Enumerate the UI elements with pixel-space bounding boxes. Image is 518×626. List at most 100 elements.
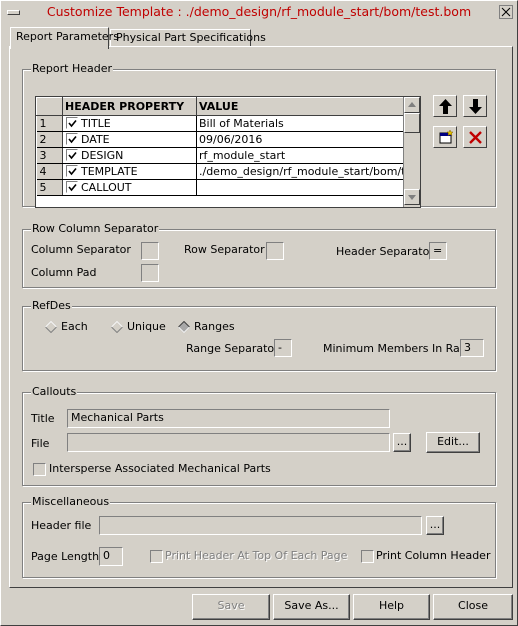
row-enabled-checkbox[interactable]	[66, 117, 78, 129]
column-pad-label: Column Pad	[31, 266, 97, 279]
window-title: Customize Template : ./demo_design/rf_mo…	[46, 4, 472, 19]
delete-row-icon	[469, 131, 482, 144]
intersperse-label[interactable]: Intersperse Associated Mechanical Parts	[49, 462, 271, 476]
close-button[interactable]: Close	[433, 594, 513, 620]
page-length-input[interactable]: 0	[99, 547, 123, 566]
tab-label: Report Parameters	[16, 30, 119, 43]
table-row[interactable]: 1 TITLE Bill of Materials	[36, 115, 409, 132]
property-name: DESIGN	[81, 149, 124, 162]
property-cell[interactable]: TITLE	[62, 115, 197, 132]
table-row[interactable]: 5 CALLOUT	[36, 179, 409, 196]
table-vertical-scrollbar[interactable]	[403, 97, 420, 207]
tab-physical-part-specifications[interactable]: Physical Part Specifications	[110, 29, 266, 46]
new-row-button[interactable]	[433, 126, 457, 148]
refdes-ranges-label[interactable]: Ranges	[194, 320, 235, 334]
range-separator-input[interactable]: -	[274, 339, 292, 357]
column-pad-input[interactable]	[141, 264, 159, 282]
page-length-label: Page Length	[31, 550, 100, 563]
value-cell[interactable]: ./demo_design/rf_module_start/bom/t	[196, 163, 409, 180]
refdes-each-radio[interactable]	[45, 321, 57, 333]
callout-title-label: Title	[31, 412, 55, 425]
row-number: 4	[36, 163, 63, 180]
column-header-property[interactable]: HEADER PROPERTY	[62, 97, 197, 116]
scroll-up-button[interactable]	[404, 97, 420, 113]
row-column-separator-group: Row Column Separator Column Separator Ro…	[22, 222, 496, 288]
value-cell[interactable]: rf_module_start	[196, 147, 409, 164]
property-cell[interactable]: CALLOUT	[62, 179, 197, 196]
print-column-header-checkbox[interactable]	[361, 550, 374, 563]
print-column-header-label[interactable]: Print Column Header	[376, 549, 490, 563]
header-separator-input[interactable]: =	[429, 242, 447, 260]
range-separator-label: Range Separator	[186, 342, 279, 355]
move-up-arrow-icon	[439, 99, 452, 114]
print-header-top-label[interactable]: Print Header At Top Of Each Page	[165, 549, 347, 563]
row-number: 5	[36, 179, 63, 196]
header-file-label: Header file	[31, 519, 92, 532]
value-cell[interactable]: Bill of Materials	[196, 115, 409, 132]
row-enabled-checkbox[interactable]	[66, 149, 78, 161]
table-row[interactable]: 3 DESIGN rf_module_start	[36, 147, 409, 164]
title-bar: Customize Template : ./demo_design/rf_mo…	[2, 2, 516, 22]
group-title: Miscellaneous	[31, 495, 111, 509]
delete-row-button[interactable]	[463, 126, 487, 148]
min-members-input[interactable]: 3	[460, 339, 484, 357]
report-parameters-panel: Report Header HEADER PROPERTY VALUE 1 TI…	[9, 46, 513, 588]
property-cell[interactable]: DESIGN	[62, 147, 197, 164]
row-number-header	[36, 97, 63, 116]
scroll-down-button[interactable]	[404, 189, 420, 205]
refdes-group: RefDes Each Unique Ranges Range Separato…	[22, 299, 496, 371]
tab-label: Physical Part Specifications	[116, 31, 266, 44]
callouts-group: Callouts Title Mechanical Parts File ...…	[22, 385, 496, 486]
move-down-button[interactable]	[463, 95, 487, 117]
row-separator-label: Row Separator	[184, 243, 265, 256]
callout-edit-button[interactable]: Edit...	[426, 432, 480, 453]
help-button[interactable]: Help	[353, 594, 430, 620]
header-file-input[interactable]	[99, 516, 422, 535]
row-enabled-checkbox[interactable]	[66, 181, 78, 193]
group-title: RefDes	[31, 299, 72, 313]
property-cell[interactable]: TEMPLATE	[62, 163, 197, 180]
row-enabled-checkbox[interactable]	[66, 165, 78, 177]
property-cell[interactable]: DATE	[62, 131, 197, 148]
callout-file-browse-button[interactable]: ...	[393, 433, 411, 452]
header-properties-table[interactable]: HEADER PROPERTY VALUE 1 TITLE Bill of Ma…	[35, 96, 421, 208]
table-row[interactable]: 4 TEMPLATE ./demo_design/rf_module_start…	[36, 163, 409, 180]
table-row[interactable]: 2 DATE 09/06/2016	[36, 131, 409, 148]
property-name: TITLE	[81, 117, 111, 130]
refdes-each-label[interactable]: Each	[61, 320, 88, 334]
move-down-arrow-icon	[469, 99, 482, 114]
row-separator-input[interactable]	[266, 242, 284, 260]
callout-file-label: File	[31, 437, 50, 450]
callout-title-input[interactable]: Mechanical Parts	[67, 409, 390, 428]
intersperse-checkbox[interactable]	[33, 463, 46, 476]
save-button[interactable]: Save	[192, 594, 270, 620]
row-number: 3	[36, 147, 63, 164]
callout-file-input[interactable]	[67, 433, 390, 452]
column-separator-label: Column Separator	[31, 243, 131, 256]
refdes-unique-radio[interactable]	[111, 321, 123, 333]
value-cell[interactable]: 09/06/2016	[196, 131, 409, 148]
header-separator-label: Header Separator	[336, 245, 434, 258]
scroll-thumb[interactable]	[404, 113, 420, 133]
row-enabled-checkbox[interactable]	[66, 133, 78, 145]
row-number: 2	[36, 131, 63, 148]
close-window-icon[interactable]	[499, 5, 513, 19]
column-header-value[interactable]: VALUE	[196, 97, 409, 116]
refdes-unique-label[interactable]: Unique	[127, 320, 166, 334]
min-members-label: Minimum Members In Range	[323, 342, 481, 355]
header-file-browse-button[interactable]: ...	[426, 516, 444, 535]
save-as-button[interactable]: Save As...	[273, 594, 350, 620]
miscellaneous-group: Miscellaneous Header file ... Page Lengt…	[22, 495, 496, 578]
tab-report-parameters[interactable]: Report Parameters	[10, 27, 119, 49]
column-separator-input[interactable]	[141, 242, 159, 260]
customize-template-window: Customize Template : ./demo_design/rf_mo…	[0, 0, 518, 626]
property-name: CALLOUT	[81, 181, 132, 194]
property-name: DATE	[81, 133, 110, 146]
group-title: Row Column Separator	[31, 222, 160, 236]
move-up-button[interactable]	[433, 95, 457, 117]
print-header-top-checkbox[interactable]	[150, 550, 163, 563]
table-header-row: HEADER PROPERTY VALUE	[36, 97, 409, 116]
row-number: 1	[36, 115, 63, 132]
value-cell[interactable]	[196, 179, 409, 196]
refdes-ranges-radio[interactable]	[178, 321, 190, 333]
